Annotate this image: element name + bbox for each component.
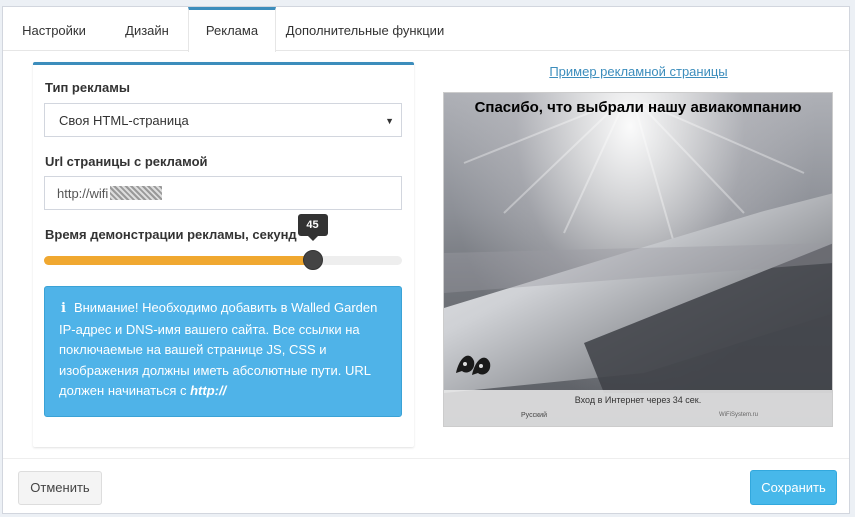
ad-url-input[interactable]: http://wifi: [44, 176, 402, 210]
alert-url-prefix: http://: [190, 383, 227, 398]
ad-type-label: Тип рекламы: [45, 80, 130, 95]
preview-title: Спасибо, что выбрали нашу авиакомпанию: [474, 99, 802, 116]
settings-window: Настройки Дизайн Реклама Дополнительные …: [2, 6, 850, 514]
tab-advertising[interactable]: Реклама: [188, 7, 276, 52]
footer-bar: Отменить Сохранить: [3, 458, 849, 513]
duration-label: Время демонстрации рекламы, секунд: [45, 227, 297, 242]
ad-page-preview: Спасибо, что выбрали нашу авиакомпанию В…: [443, 92, 833, 427]
chevron-down-icon: ▼: [385, 116, 394, 126]
walled-garden-alert: i Внимание! Необходимо добавить в Walled …: [44, 286, 402, 417]
tab-settings[interactable]: Настройки: [3, 7, 105, 51]
tab-design[interactable]: Дизайн: [107, 7, 187, 51]
preview-countdown: Вход в Интернет через 34 сек.: [574, 395, 702, 405]
save-button[interactable]: Сохранить: [750, 470, 837, 505]
airplane-wing-image: [444, 102, 832, 393]
ad-url-value: http://wifi: [57, 186, 109, 201]
preview-language: Русский: [521, 412, 547, 419]
ad-settings-panel: Тип рекламы Своя HTML-страница ▼ Url стр…: [33, 62, 414, 447]
slider-fill: [44, 256, 313, 265]
example-ad-page-link[interactable]: Пример рекламной страницы: [444, 64, 833, 79]
slider-handle[interactable]: [302, 250, 323, 270]
tab-bar: Настройки Дизайн Реклама Дополнительные …: [3, 7, 849, 52]
url-label: Url страницы с рекламой: [45, 154, 208, 169]
tab-extra-functions[interactable]: Дополнительные функции: [276, 7, 454, 51]
duration-slider[interactable]: 45: [44, 214, 402, 270]
ad-type-select[interactable]: Своя HTML-страница ▼: [44, 103, 402, 137]
slider-tooltip: 45: [297, 214, 328, 241]
preview-brand: WiFiSystem.ru: [719, 412, 758, 418]
redacted-mask: [110, 186, 163, 200]
cancel-button[interactable]: Отменить: [18, 471, 102, 505]
ad-type-value: Своя HTML-страница: [59, 113, 189, 128]
info-icon: i: [61, 301, 66, 316]
preview-status-bar: Вход в Интернет через 34 сек. Русский Wi…: [444, 390, 832, 426]
